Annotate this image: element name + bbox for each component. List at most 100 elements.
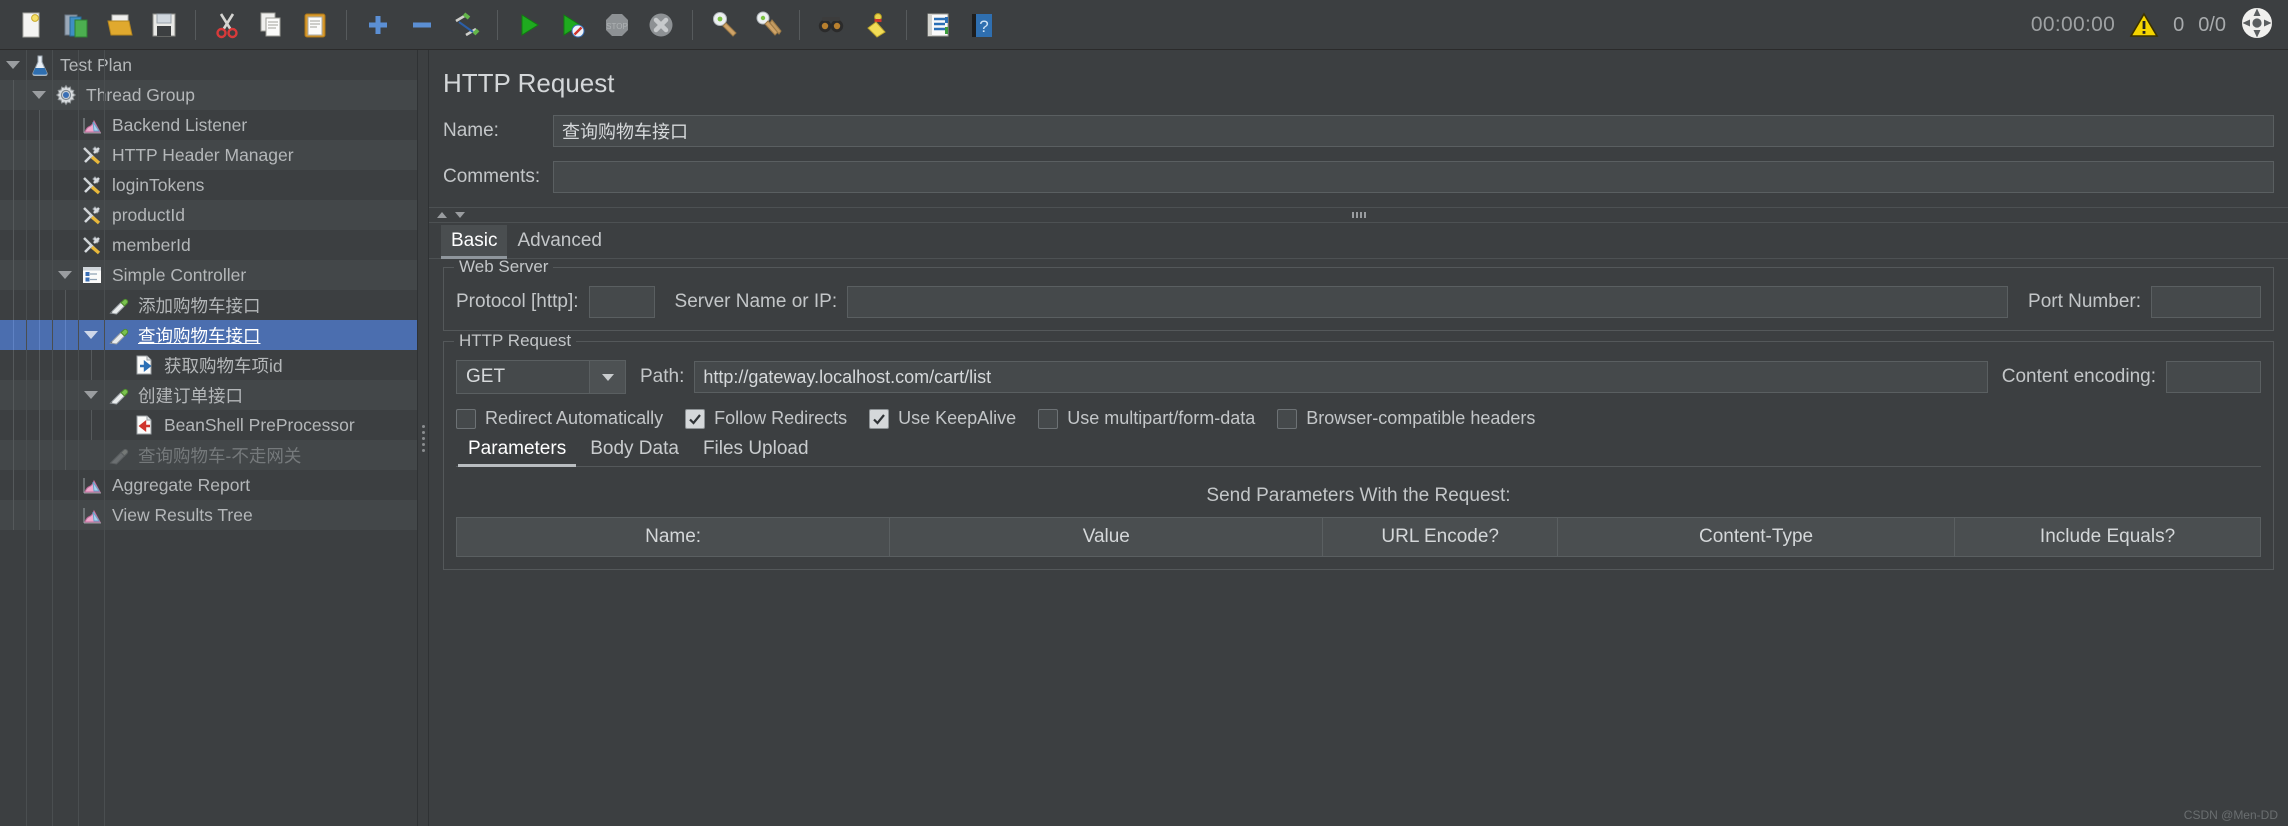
start-icon[interactable] xyxy=(507,5,551,45)
checkbox-1[interactable]: Follow Redirects xyxy=(685,408,847,429)
save-icon[interactable] xyxy=(142,5,186,45)
toolbar-group-edit xyxy=(205,5,337,45)
tree-indent-guide xyxy=(26,440,52,470)
help-icon[interactable]: ? xyxy=(960,5,1004,45)
path-input[interactable]: http://gateway.localhost.com/cart/list xyxy=(694,361,1988,393)
tree-expander-icon[interactable] xyxy=(52,260,78,290)
new-icon[interactable] xyxy=(10,5,54,45)
start-no-pauses-icon[interactable] xyxy=(551,5,595,45)
toolbar-group-help: ? xyxy=(916,5,1004,45)
function-helper-icon[interactable] xyxy=(916,5,960,45)
checkbox-checked-icon xyxy=(685,408,706,429)
templates-icon[interactable] xyxy=(54,5,98,45)
method-path-row: GET Path: http://gateway.localhost.com/c… xyxy=(456,360,2261,394)
tree-indent-guide xyxy=(52,410,78,440)
divider-grip-icon[interactable] xyxy=(1351,212,1366,218)
clear-all-icon[interactable] xyxy=(746,5,790,45)
content-encoding-input[interactable] xyxy=(2166,361,2261,393)
tree-item-3[interactable]: HTTP Header Manager xyxy=(0,140,417,170)
tree-item-10[interactable]: 获取购物车项id xyxy=(0,350,417,380)
server-name-input[interactable] xyxy=(847,286,2009,318)
expand-down-icon[interactable] xyxy=(455,212,465,218)
subtab-parameters[interactable]: Parameters xyxy=(456,433,578,467)
comments-input[interactable] xyxy=(553,161,2274,193)
chevron-down-icon[interactable] xyxy=(589,361,625,393)
subtab-body-data[interactable]: Body Data xyxy=(578,433,691,466)
tree-item-11[interactable]: 创建订单接口 xyxy=(0,380,417,410)
checkbox-3[interactable]: Use multipart/form-data xyxy=(1038,408,1255,429)
tab-advanced[interactable]: Advanced xyxy=(507,225,612,258)
param-column-header-3[interactable]: Content-Type xyxy=(1557,517,1955,557)
param-column-header-1[interactable]: Value xyxy=(889,517,1323,557)
expand-all-icon[interactable] xyxy=(356,5,400,45)
tree-expander-icon[interactable] xyxy=(78,380,104,410)
warning-icon[interactable] xyxy=(2129,11,2159,39)
tree-expander-icon[interactable] xyxy=(78,320,104,350)
tab-basic[interactable]: Basic xyxy=(441,225,508,259)
tree-item-7[interactable]: Simple Controller xyxy=(0,260,417,290)
param-column-header-4[interactable]: Include Equals? xyxy=(1954,517,2261,557)
tree-item-8[interactable]: 添加购物车接口 xyxy=(0,290,417,320)
reset-search-icon[interactable] xyxy=(853,5,897,45)
clear-icon[interactable] xyxy=(702,5,746,45)
collapse-all-icon[interactable] xyxy=(400,5,444,45)
toolbar-group-search xyxy=(809,5,897,45)
tree-item-5[interactable]: productId xyxy=(0,200,417,230)
checkbox-label: Use multipart/form-data xyxy=(1067,408,1256,428)
checkbox-unchecked-icon xyxy=(456,408,476,429)
tree-item-label: memberId xyxy=(112,234,191,255)
param-column-header-0[interactable]: Name: xyxy=(456,517,890,557)
search-icon[interactable] xyxy=(809,5,853,45)
http-method-value: GET xyxy=(466,366,506,387)
toolbar-group-clear xyxy=(702,5,790,45)
checkbox-label: Use KeepAlive xyxy=(898,408,1017,428)
checkbox-0[interactable]: Redirect Automatically xyxy=(456,408,663,429)
checkbox-2[interactable]: Use KeepAlive xyxy=(869,408,1016,429)
tree-item-0[interactable]: Test Plan xyxy=(0,50,417,80)
port-number-input[interactable] xyxy=(2151,286,2261,318)
tree-item-4[interactable]: loginTokens xyxy=(0,170,417,200)
checkbox-label: Redirect Automatically xyxy=(485,408,664,428)
tree-indent-guide xyxy=(26,470,52,500)
paste-icon[interactable] xyxy=(293,5,337,45)
name-input[interactable]: 查询购物车接口 xyxy=(553,115,2274,147)
toggle-icon[interactable] xyxy=(444,5,488,45)
tree-item-label: loginTokens xyxy=(112,174,205,195)
tree-expander-icon[interactable] xyxy=(0,50,26,80)
stop-icon[interactable]: STOP xyxy=(595,5,639,45)
main-split: Test Plan Thread Group Backend Listener HTT… xyxy=(0,50,2288,826)
subtab-files-upload[interactable]: Files Upload xyxy=(691,433,821,466)
elapsed-timer: 00:00:00 xyxy=(2030,13,2116,36)
param-column-header-2[interactable]: URL Encode? xyxy=(1322,517,1558,557)
tree-item-label: View Results Tree xyxy=(112,504,253,525)
protocol-input[interactable] xyxy=(588,286,655,318)
tree-indent-guide xyxy=(0,260,26,290)
request-data-tabs[interactable]: Parameters Body Data Files Upload xyxy=(456,431,2261,467)
editor-tabs[interactable]: Basic Advanced xyxy=(429,223,2288,259)
tree-item-15[interactable]: View Results Tree xyxy=(0,500,417,530)
http-method-select[interactable]: GET xyxy=(456,360,626,394)
tree-item-1[interactable]: Thread Group xyxy=(0,80,417,110)
tree-item-2[interactable]: Backend Listener xyxy=(0,110,417,140)
cut-icon[interactable] xyxy=(205,5,249,45)
panel-splitter[interactable] xyxy=(417,50,429,826)
tree-item-12[interactable]: BeanShell PreProcessor xyxy=(0,410,417,440)
page-title: HTTP Request xyxy=(443,68,615,98)
path-label: Path: xyxy=(640,366,685,387)
expand-up-icon[interactable] xyxy=(437,212,447,218)
tree-item-6[interactable]: memberId xyxy=(0,230,417,260)
tree-item-14[interactable]: Aggregate Report xyxy=(0,470,417,500)
thread-count: 0/0 xyxy=(2198,13,2226,36)
test-plan-tree[interactable]: Test Plan Thread Group Backend Listener HTT… xyxy=(0,50,417,826)
checkbox-4[interactable]: Browser-compatible headers xyxy=(1277,408,1535,429)
tree-item-9[interactable]: 查询购物车接口 xyxy=(0,320,417,350)
tree-item-13[interactable]: 查询购物车-不走网关 xyxy=(0,440,417,470)
listener-icon xyxy=(78,110,106,140)
copy-icon[interactable] xyxy=(249,5,293,45)
shutdown-icon[interactable] xyxy=(639,5,683,45)
open-icon[interactable] xyxy=(98,5,142,45)
tree-indent-guide xyxy=(26,200,52,230)
name-row: Name: 查询购物车接口 xyxy=(429,115,2288,147)
tree-expander-icon[interactable] xyxy=(26,80,52,110)
